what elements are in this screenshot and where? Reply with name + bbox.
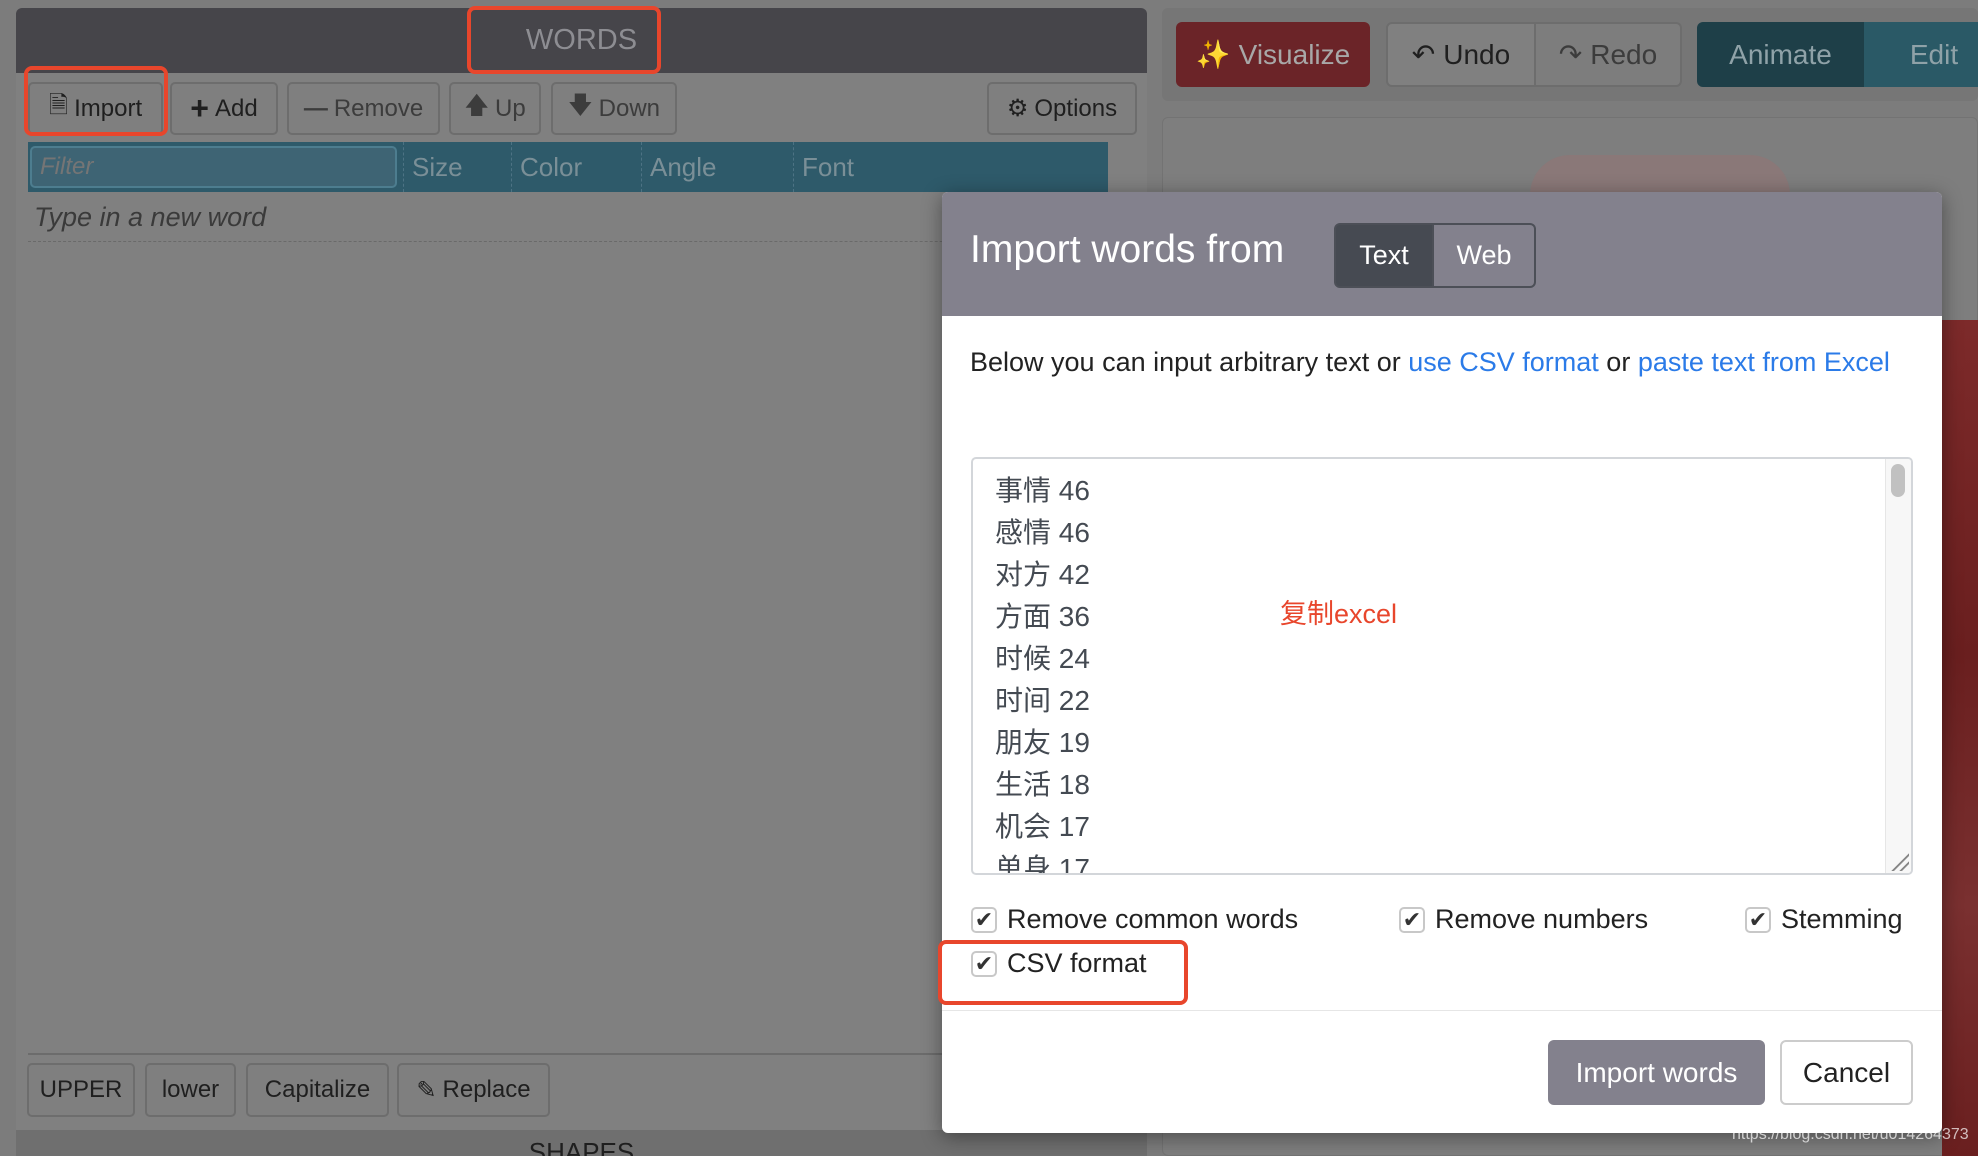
remove-numbers-checkbox[interactable]: ✔ Remove numbers [1399, 904, 1648, 935]
undo-icon: ↶ [1411, 39, 1436, 70]
checkbox-label: Stemming [1781, 904, 1903, 934]
check-icon[interactable]: ✔ [1745, 906, 1771, 933]
visualize-button[interactable]: ✨ Visualize [1176, 22, 1370, 87]
textarea-line: 时候 24 [995, 643, 1090, 674]
add-label: Add [214, 94, 258, 122]
csv-format-link[interactable]: use CSV format [1408, 347, 1599, 377]
capitalize-button[interactable]: Capitalize [246, 1063, 389, 1117]
minus-icon: — [303, 94, 328, 122]
undo-button[interactable]: ↶ Undo [1386, 22, 1536, 87]
options-button[interactable]: ⚙ Options [987, 82, 1137, 135]
modal-title: Import words from [970, 228, 1285, 271]
check-icon[interactable]: ✔ [971, 906, 997, 933]
column-font[interactable]: Font [793, 142, 1108, 192]
replace-button[interactable]: ✎ Replace [397, 1063, 550, 1117]
cancel-button[interactable]: Cancel [1780, 1040, 1913, 1105]
checkbox-label: Remove common words [1007, 904, 1299, 934]
gear-icon: ⚙ [1006, 95, 1029, 122]
arrow-up-icon: 🡅 [464, 92, 489, 119]
word-cloud-shape [1530, 155, 1790, 195]
down-button[interactable]: 🡇 Down [551, 82, 677, 135]
remove-label: Remove [333, 94, 424, 122]
redo-button[interactable]: ↷ Redo [1536, 22, 1682, 87]
remove-button[interactable]: — Remove [287, 82, 440, 135]
tab-web[interactable]: Web [1434, 223, 1536, 288]
column-angle[interactable]: Angle [641, 142, 793, 192]
textarea-line: 朋友 19 [995, 727, 1090, 758]
scrollbar-thumb[interactable] [1891, 464, 1905, 497]
word-cloud-shape-edge [1942, 320, 1978, 1156]
lower-button[interactable]: lower [145, 1063, 236, 1117]
shapes-title: SHAPES [528, 1137, 635, 1156]
tab-text[interactable]: Text [1334, 223, 1434, 288]
redo-label: Redo [1590, 38, 1658, 70]
footer-divider [942, 1010, 1942, 1011]
highlight-csv-format [938, 940, 1188, 1005]
animate-button[interactable]: Animate [1697, 22, 1864, 87]
check-icon[interactable]: ✔ [1399, 906, 1425, 933]
redo-icon: ↷ [1558, 39, 1583, 70]
import-words-button[interactable]: Import words [1548, 1040, 1765, 1105]
watermark: https://blog.csdn.net/u014264373 [1732, 1126, 1969, 1143]
arrow-down-icon: 🡇 [567, 92, 593, 119]
highlight-words-title [467, 6, 661, 74]
remove-common-words-checkbox[interactable]: ✔ Remove common words [971, 904, 1298, 935]
edit-icon: ✎ [416, 1076, 437, 1104]
modal-description: Below you can input arbitrary text or us… [970, 342, 1920, 383]
upper-button[interactable]: UPPER [27, 1063, 135, 1117]
textarea-line: 生活 18 [995, 769, 1090, 800]
import-textarea[interactable]: ​ 事情 46 感情 46 对方 42 方面 36 时候 24 时间 22 朋友… [971, 457, 1913, 875]
undo-label: Undo [1443, 38, 1511, 70]
new-word-placeholder[interactable]: Type in a new word [34, 202, 266, 232]
textarea-line: 方面 36 [995, 601, 1090, 632]
magic-wand-icon: ✨ [1195, 39, 1231, 70]
textarea-line: 单身 17 [995, 853, 1090, 875]
annotation-note: 复制excel [1280, 599, 1398, 629]
textarea-line: 感情 46 [995, 517, 1090, 548]
textarea-line: 时间 22 [995, 685, 1090, 716]
replace-label: Replace [442, 1076, 531, 1103]
down-label: Down [598, 94, 661, 122]
textarea-line: 对方 42 [995, 559, 1090, 590]
stemming-checkbox[interactable]: ✔ Stemming [1745, 904, 1903, 935]
paste-excel-link[interactable]: paste text from Excel [1638, 347, 1890, 377]
desc-text-or: or [1598, 347, 1638, 377]
checkbox-label: Remove numbers [1435, 904, 1649, 934]
column-color[interactable]: Color [511, 142, 641, 192]
plus-icon: + [190, 90, 209, 126]
filter-input[interactable] [30, 146, 397, 188]
options-label: Options [1034, 94, 1118, 122]
highlight-import [24, 66, 168, 136]
up-button[interactable]: 🡅 Up [449, 82, 541, 135]
textarea-line: 事情 46 [995, 475, 1090, 506]
textarea-line: 机会 17 [995, 811, 1090, 842]
edit-button[interactable]: Edit [1864, 22, 1978, 87]
add-button[interactable]: + Add [170, 82, 278, 135]
visualize-label: Visualize [1238, 38, 1351, 70]
resize-handle-icon[interactable] [1889, 851, 1909, 871]
up-label: Up [495, 94, 526, 122]
shapes-header: SHAPES [16, 1130, 1147, 1156]
column-size[interactable]: Size [403, 142, 511, 192]
desc-text: Below you can input arbitrary text or [970, 347, 1409, 377]
textarea-scrollbar[interactable] [1885, 459, 1911, 873]
